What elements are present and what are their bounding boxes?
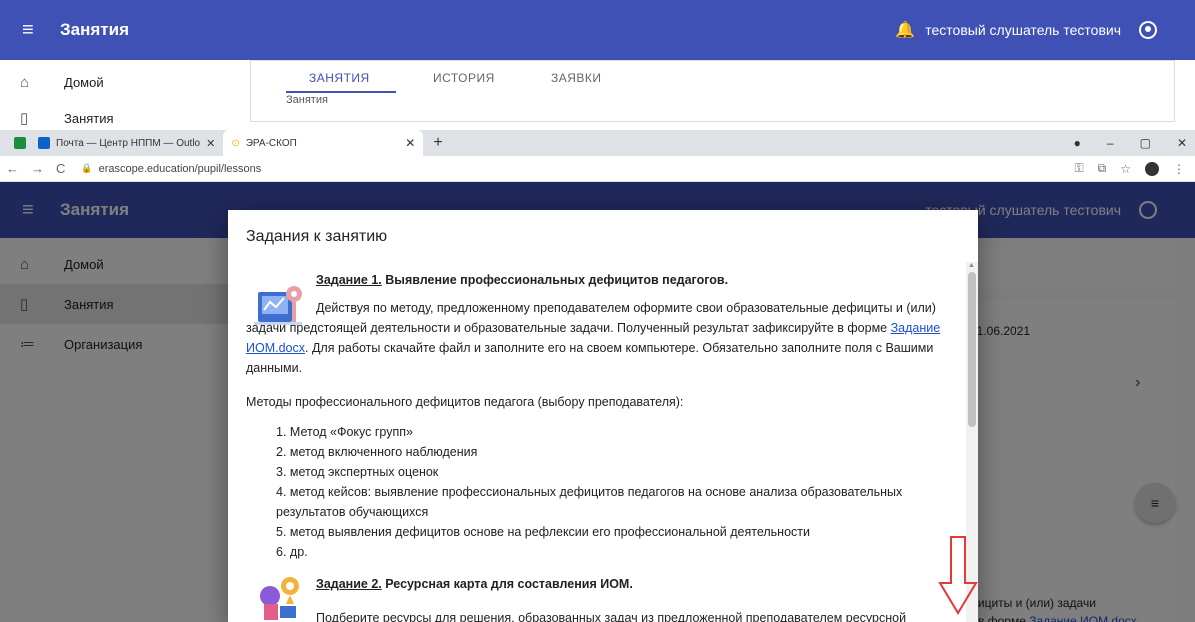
tab-underline: [286, 91, 396, 93]
close-icon[interactable]: ✕: [206, 137, 215, 150]
profile-icon[interactable]: ●: [1074, 136, 1081, 150]
key-icon[interactable]: ⚿: [1075, 161, 1084, 176]
tab-lessons[interactable]: ЗАНЯТИЯ: [309, 71, 370, 85]
scroll-up-icon[interactable]: ▲: [968, 262, 975, 269]
task-1-text: Действуя по методу, предложенному препод…: [246, 298, 961, 378]
sidebar-item-label: Занятия: [64, 110, 114, 126]
task-1-heading: Задание 1. Выявление профессиональных де…: [316, 270, 961, 290]
site-icon: ⊙: [231, 137, 240, 149]
window-controls: ● – ▢ ✕: [1074, 130, 1195, 156]
app-header: ≡ Занятия 🔔 тестовый слушатель тестович: [0, 0, 1195, 60]
section-title: Занятия: [286, 94, 328, 106]
resource-map-illustration-icon: [260, 577, 299, 620]
forward-icon[interactable]: →: [31, 161, 44, 176]
methods-title: Методы профессионального дефицитов педаг…: [246, 395, 684, 409]
methods-list: 1. Метод «Фокус групп» 2. метод включенн…: [246, 422, 961, 562]
task-text-part: Действуя по методу, предложенному препод…: [246, 301, 936, 335]
list-item: 3. метод экспертных оценок: [276, 465, 439, 479]
sheets-icon: [14, 137, 26, 149]
browser-tab-active[interactable]: ⊙ ЭРА-СКОП ✕: [223, 130, 424, 156]
sidebar-item-home[interactable]: ⌂ Домой: [0, 64, 245, 100]
task-text-part: . Для работы скачайте файл и заполните е…: [246, 341, 934, 375]
account-icon[interactable]: [1139, 21, 1157, 39]
new-tab-icon[interactable]: +: [433, 134, 442, 152]
close-window-icon[interactable]: ✕: [1177, 136, 1187, 150]
more-icon[interactable]: ⋮: [1173, 162, 1185, 176]
maximize-icon[interactable]: ▢: [1140, 136, 1151, 150]
task-title: Выявление профессиональных дефицитов пед…: [385, 273, 729, 287]
tab-requests[interactable]: ЗАЯВКИ: [551, 71, 602, 85]
browser-tabstrip: Почта — Центр НППМ — Outlo ✕ ⊙ ЭРА-СКОП …: [0, 130, 1195, 156]
star-icon[interactable]: ☆: [1120, 162, 1131, 176]
task-number: Задание 2.: [316, 577, 382, 591]
book-icon: ▯: [20, 110, 29, 127]
pinned-tab[interactable]: [10, 134, 30, 152]
minimize-icon[interactable]: –: [1107, 136, 1114, 150]
lock-icon: 🔒: [81, 163, 93, 173]
tab-history[interactable]: ИСТОРИЯ: [433, 71, 495, 85]
browser-tab-label: ЭРА-СКОП: [245, 137, 297, 149]
user-name: тестовый слушатель тестович: [925, 22, 1121, 38]
url-field[interactable]: erascope.education/pupil/lessons: [99, 163, 262, 175]
down-arrow-annotation-icon: [938, 536, 978, 615]
list-item: 6. др.: [276, 545, 308, 559]
list-item: 4. метод кейсов: выявление профессиональ…: [276, 485, 903, 519]
dialog-body: Задание 1. Выявление профессиональных де…: [246, 270, 961, 622]
task-2-text: Подберите ресурсы для решения, образован…: [316, 611, 907, 622]
menu-icon[interactable]: ≡: [22, 19, 40, 42]
bell-icon[interactable]: 🔔: [895, 20, 915, 40]
avatar[interactable]: [1145, 161, 1159, 176]
tabs-card: ЗАНЯТИЯ ИСТОРИЯ ЗАЯВКИ Занятия: [250, 60, 1175, 122]
outlook-icon: [38, 137, 50, 149]
translate-icon[interactable]: ⧉: [1098, 161, 1107, 176]
browser-tab-label: Почта — Центр НППМ — Outlo: [56, 137, 201, 149]
browser-tab-mail[interactable]: Почта — Центр НППМ — Outlo ✕: [30, 132, 223, 154]
dialog-title: Задания к занятию: [246, 228, 388, 245]
sidebar: ⌂ Домой ▯ Занятия: [0, 60, 245, 130]
sidebar-item-label: Домой: [64, 74, 104, 90]
list-item: 5. метод выявления дефицитов основе на р…: [276, 525, 810, 539]
task-2-heading: Задание 2. Ресурсная карта для составлен…: [316, 574, 961, 594]
list-item: 1. Метод «Фокус групп»: [276, 425, 413, 439]
list-item: 2. метод включенного наблюдения: [276, 445, 478, 459]
back-icon[interactable]: ←: [6, 161, 19, 176]
address-bar: ← → C 🔒 erascope.education/pupil/lessons…: [0, 156, 1195, 182]
close-icon[interactable]: ✕: [405, 136, 415, 150]
task-title: Ресурсная карта для составления ИОМ.: [385, 577, 633, 591]
home-icon: ⌂: [20, 73, 30, 91]
task-2: Задание 2. Ресурсная карта для составлен…: [246, 574, 961, 622]
scroll-thumb[interactable]: [968, 272, 976, 427]
app-background-top: ≡ Занятия 🔔 тестовый слушатель тестович …: [0, 0, 1195, 130]
analysis-illustration-icon: [254, 286, 302, 325]
task-1: Задание 1. Выявление профессиональных де…: [246, 270, 961, 378]
tasks-dialog: Задания к занятию Задание 1. Выявление п…: [228, 210, 978, 622]
task-number: Задание 1.: [316, 273, 382, 287]
reload-icon[interactable]: C: [56, 161, 65, 176]
page-title: Занятия: [60, 20, 129, 39]
